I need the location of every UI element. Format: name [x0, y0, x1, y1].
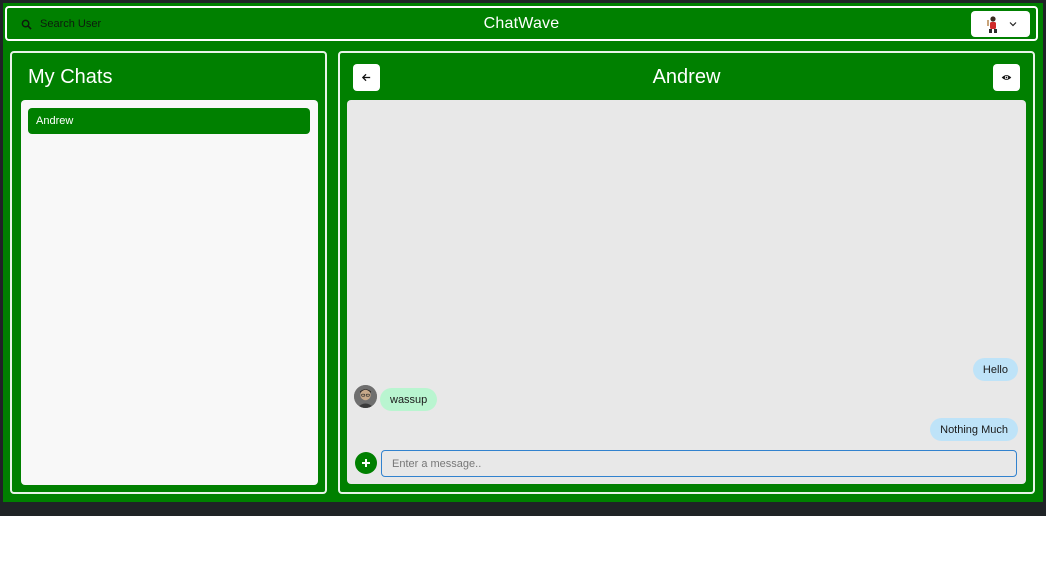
user-avatar: [986, 16, 997, 33]
plus-icon: [362, 459, 370, 467]
add-attachment-button[interactable]: [355, 452, 377, 474]
chat-name: Andrew: [36, 115, 74, 127]
message-area: Hello wassup Nothing Much: [347, 100, 1026, 484]
received-message-bubble: wassup: [380, 388, 438, 411]
my-chats-panel: My Chats Andrew: [10, 51, 327, 494]
view-profile-button[interactable]: [993, 64, 1020, 91]
top-bar: Search User ChatWave: [5, 6, 1038, 41]
conversation-panel: Andrew Hello wassup Nothing Much: [338, 51, 1035, 494]
sent-message-bubble: Hello: [972, 358, 1018, 381]
chat-list-item[interactable]: Andrew: [28, 108, 310, 134]
chevron-down-icon: [1009, 22, 1016, 27]
person-avatar-icon: [354, 385, 377, 408]
app-title: ChatWave: [483, 15, 560, 32]
chat-list: Andrew: [21, 100, 318, 485]
conversation-title: Andrew: [652, 66, 721, 88]
eye-icon: [1001, 75, 1012, 80]
sender-avatar[interactable]: [354, 385, 377, 408]
my-chats-title: My Chats: [28, 66, 113, 88]
profile-menu-button[interactable]: [971, 11, 1030, 37]
sent-message-bubble: Nothing Much: [930, 418, 1018, 441]
message-input[interactable]: [381, 450, 1017, 477]
